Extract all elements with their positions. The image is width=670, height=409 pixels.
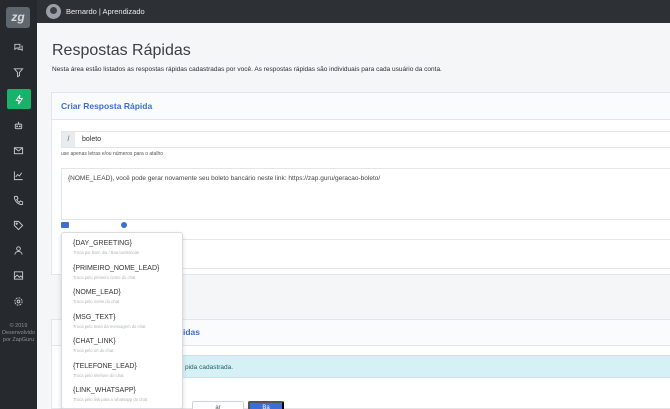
variable-option[interactable]: {CHAT_LINK} Troca pelo url do chat (62, 335, 182, 360)
card-title: Criar Resposta Rápida (52, 93, 670, 120)
variable-option[interactable]: {NOME_LEAD} Troca pelo nome do chat (62, 286, 182, 311)
shortcut-field[interactable]: / boleto (61, 131, 670, 148)
zapguru-logo[interactable]: zg (6, 7, 30, 28)
variable-option[interactable]: {PRIMEIRO_NOME_LEAD} Troca pelo primeiro… (62, 262, 182, 287)
variable-label: {MSG_TEXT} (73, 313, 116, 321)
shortcut-input[interactable]: boleto (82, 136, 101, 143)
variable-label: {NOME_LEAD} (73, 289, 121, 296)
tag-icon[interactable] (0, 215, 37, 235)
variable-hint: Troca pelo nome do chat (73, 299, 120, 304)
avatar[interactable] (46, 4, 61, 19)
variable-option[interactable]: {MSG_TEXT} Troca pelo texto da mensagem … (62, 311, 182, 336)
variable-label: {PRIMEIRO_NOME_LEAD} (73, 264, 160, 272)
topbar: Bernardo | Aprendizado (37, 0, 670, 23)
variable-hint: Troca pelo link para o whatsapp do chat (73, 397, 148, 402)
sidebar: zg © 2019 Desenvolvido por ZapGuru (0, 0, 37, 409)
variable-hint: Troca pelo primeiro nome do chat (73, 274, 136, 280)
variable-hint: Troca pelo texto da mensagem do chat (73, 323, 146, 329)
variable-label: {DAY_GREETING} (73, 240, 133, 247)
shortcut-help-text: use apenas letras e/ou números para o at… (61, 151, 164, 157)
email-icon[interactable] (0, 140, 37, 160)
sidebar-footer: © 2019 Desenvolvido por ZapGuru (1, 323, 36, 343)
variable-hint: Troca por Bom dia / Boa tarde/noite (73, 250, 140, 255)
page-description: Nesta área estão listados as respostas r… (52, 66, 442, 73)
bot-icon[interactable] (0, 115, 37, 135)
image-icon[interactable] (61, 222, 69, 228)
funnel-icon[interactable] (0, 62, 37, 82)
user-icon[interactable] (0, 240, 37, 260)
page-title: Respostas Rápidas (52, 42, 191, 59)
emoji-icon[interactable] (121, 222, 127, 228)
flash-icon[interactable] (7, 89, 31, 109)
image-icon[interactable] (0, 265, 37, 285)
variable-label: {LINK_WHATSAPP} (73, 387, 136, 394)
variable-hint: Troca pelo url do chat (73, 348, 114, 353)
secondary-button[interactable]: ar (192, 401, 244, 409)
chart-icon[interactable] (0, 165, 37, 185)
chats-icon[interactable] (0, 37, 37, 57)
variable-option[interactable]: {DAY_GREETING} Troca por Bom dia / Boa t… (62, 237, 182, 262)
message-textarea[interactable]: {NOME_LEAD}, você pode gerar novamente s… (61, 168, 670, 220)
slash-prefix: / (62, 132, 75, 147)
variable-label: {CHAT_LINK} (73, 338, 116, 345)
phone-icon[interactable] (0, 190, 37, 210)
variable-option[interactable]: {LINK_WHATSAPP} Troca pelo link para o w… (62, 384, 182, 409)
settings-icon[interactable] (0, 291, 37, 311)
variable-label: {TELEFONE_LEAD} (73, 362, 137, 370)
alert-text: pida cadastrada. (185, 364, 234, 371)
card-title: idas (183, 327, 201, 337)
variables-dropdown: {DAY_GREETING} Troca por Bom dia / Boa t… (61, 232, 183, 409)
variable-option[interactable]: {TELEFONE_LEAD} Troca pelo telefone do c… (62, 360, 182, 385)
user-name[interactable]: Bernardo | Aprendizado (66, 7, 145, 16)
primary-button[interactable]: Ba (248, 401, 284, 409)
variable-hint: Troca pelo telefone do chat (73, 372, 124, 378)
